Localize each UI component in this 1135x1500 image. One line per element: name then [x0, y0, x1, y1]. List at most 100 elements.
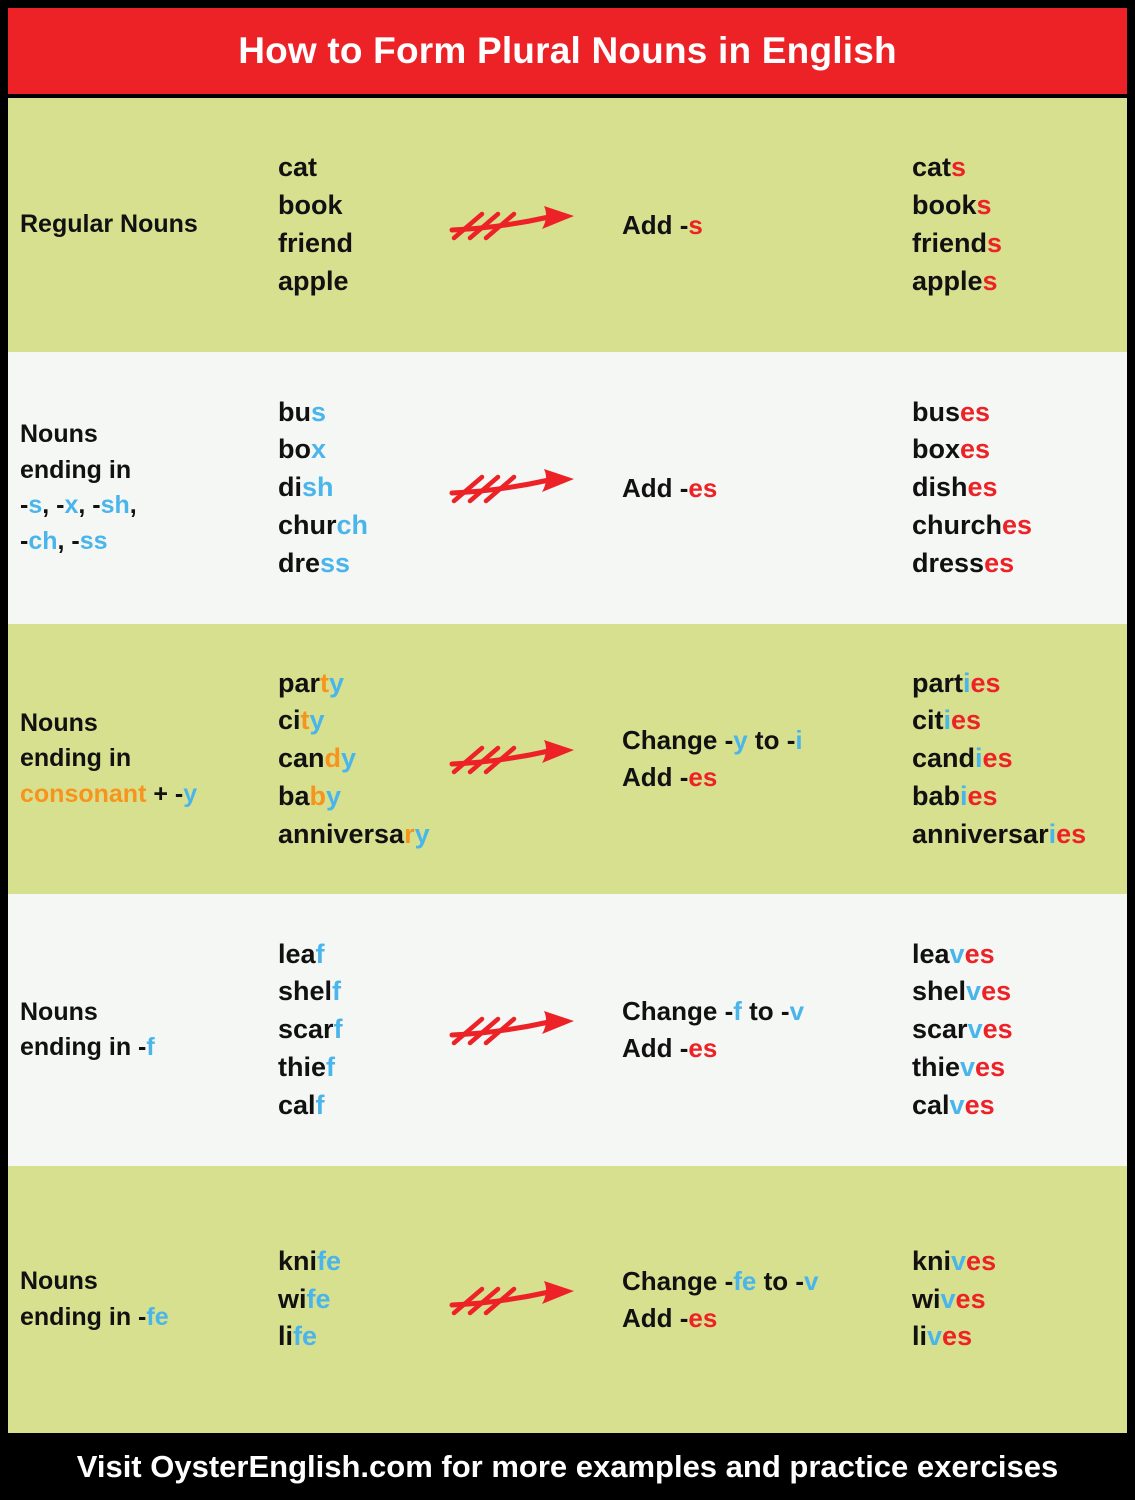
infographic-poster: How to Form Plural Nouns in English Regu…: [0, 0, 1135, 1500]
singular-word: party: [278, 667, 345, 698]
row-category-sibilant-endings: Nouns ending in -s, -x, -sh, -ch, -ss: [8, 417, 278, 559]
plural-word: anniversaries: [912, 818, 1087, 849]
plural-word: thieves: [912, 1051, 1006, 1082]
rule-line: Change -f to -v: [622, 996, 805, 1027]
table-row: Nouns ending in -s, -x, -sh, -ch, -ss bu…: [8, 352, 1127, 624]
singular-word: shelf: [278, 976, 342, 1007]
singular-word: box: [278, 434, 327, 465]
plural-list-sibilant-endings: buses boxes dishes churches dresses: [908, 394, 1127, 583]
singular-list-sibilant-endings: bus box dish church dress: [278, 394, 448, 583]
plural-word: calves: [912, 1089, 995, 1120]
plural-word: churches: [912, 509, 1033, 540]
singular-word: apple: [278, 265, 349, 296]
singular-word: friend: [278, 228, 354, 258]
category-line: ending in -fe: [20, 1302, 169, 1331]
plural-word: lives: [912, 1321, 973, 1352]
singular-word: life: [278, 1321, 318, 1352]
arrow-cell: [448, 198, 618, 252]
rule-line: Add -s: [622, 209, 703, 240]
rule-line: Add -es: [622, 1033, 718, 1063]
arrow-cell: [448, 1003, 618, 1057]
plural-list-fe-ending: knives wives lives: [908, 1243, 1127, 1356]
rule-line: Add -es: [622, 1302, 718, 1333]
table-row: Nouns ending in -f leaf shelf scarf thie…: [8, 894, 1127, 1166]
singular-word: anniversary: [278, 818, 430, 849]
singular-word: knife: [278, 1245, 342, 1276]
plural-list-f-ending: leaves shelves scarves thieves calves: [908, 936, 1127, 1125]
category-line: -s, -x, -sh,: [20, 491, 137, 519]
singular-word: city: [278, 705, 325, 736]
rule-text-f-ending: Change -f to -v Add -es: [618, 993, 908, 1067]
plural-word: boxes: [912, 434, 991, 465]
arrow-cell: [448, 461, 618, 515]
category-line: ending in -f: [20, 1033, 155, 1061]
category-line: Nouns: [20, 1267, 98, 1295]
plural-rules-table: Regular Nouns cat book friend apple Add …: [8, 98, 1127, 1433]
red-arrow-icon: [449, 469, 574, 504]
row-category-regular-nouns: Regular Nouns: [8, 207, 278, 243]
plural-word: cities: [912, 705, 982, 736]
plural-word: dresses: [912, 547, 1015, 578]
plural-list-consonant-y: parties cities candies babies anniversar…: [908, 665, 1127, 854]
plural-list-regular-nouns: cats books friends apples: [908, 149, 1127, 300]
plural-word: candies: [912, 743, 1013, 774]
plural-word: buses: [912, 396, 991, 427]
rule-line: Change -y to -i: [622, 725, 803, 756]
singular-word: dish: [278, 472, 334, 503]
plural-word: parties: [912, 667, 1001, 698]
rule-text-consonant-y: Change -y to -i Add -es: [618, 722, 908, 796]
plural-word: shelves: [912, 976, 1012, 1007]
arrow-cell: [448, 1273, 618, 1327]
table-row: Regular Nouns cat book friend apple Add …: [8, 98, 1127, 352]
category-line: Nouns: [20, 420, 98, 448]
plural-word: cats: [912, 152, 967, 183]
plural-word: scarves: [912, 1014, 1013, 1045]
footer-bar: Visit OysterEnglish.com for more example…: [0, 1433, 1135, 1500]
singular-word: dress: [278, 547, 351, 578]
singular-list-fe-ending: knife wife life: [278, 1243, 448, 1356]
rule-text-regular-nouns: Add -s: [618, 207, 908, 244]
red-arrow-icon: [449, 740, 574, 775]
category-line: Nouns: [20, 997, 98, 1026]
category-line: ending in: [20, 744, 132, 773]
plural-word: books: [912, 190, 992, 221]
singular-list-regular-nouns: cat book friend apple: [278, 149, 448, 300]
row-category-fe-ending: Nouns ending in -fe: [8, 1264, 278, 1335]
row-category-f-ending: Nouns ending in -f: [8, 995, 278, 1066]
table-row: Nouns ending in -fe knife wife life Chan…: [8, 1166, 1127, 1433]
singular-list-f-ending: leaf shelf scarf thief calf: [278, 936, 448, 1125]
red-arrow-icon: [449, 1280, 574, 1315]
plural-word: leaves: [912, 938, 995, 969]
singular-word: candy: [278, 743, 357, 774]
title-bar: How to Form Plural Nouns in English: [8, 8, 1127, 94]
singular-word: book: [278, 190, 343, 221]
singular-word: leaf: [278, 938, 325, 969]
rule-text-fe-ending: Change -fe to -v Add -es: [618, 1263, 908, 1337]
footer-text: Visit OysterEnglish.com for more example…: [76, 1448, 1059, 1484]
rule-line: Change -fe to -v: [622, 1265, 819, 1296]
rule-line: Add -es: [622, 762, 718, 792]
red-arrow-icon: [449, 206, 574, 241]
arrow-cell: [448, 732, 618, 786]
singular-word: calf: [278, 1089, 325, 1120]
category-line: Regular Nouns: [20, 210, 198, 239]
category-line: Nouns: [20, 708, 98, 737]
rule-text-sibilant-endings: Add -es: [618, 470, 908, 507]
table-row: Nouns ending in consonant + -y party cit…: [8, 624, 1127, 894]
singular-word: wife: [278, 1283, 331, 1314]
singular-word: thief: [278, 1051, 336, 1082]
plural-word: wives: [912, 1283, 986, 1314]
page-title: How to Form Plural Nouns in English: [238, 30, 897, 71]
row-category-consonant-y: Nouns ending in consonant + -y: [8, 706, 278, 813]
singular-word: church: [278, 509, 369, 540]
singular-word: scarf: [278, 1014, 343, 1045]
rule-line: Add -es: [622, 472, 718, 503]
singular-word: bus: [278, 396, 327, 427]
red-arrow-icon: [449, 1011, 574, 1046]
plural-word: dishes: [912, 472, 998, 503]
category-line: consonant + -y: [20, 779, 198, 808]
plural-word: babies: [912, 780, 998, 811]
plural-word: knives: [912, 1245, 997, 1276]
singular-word: cat: [278, 152, 318, 183]
category-line: ending in: [20, 455, 132, 484]
